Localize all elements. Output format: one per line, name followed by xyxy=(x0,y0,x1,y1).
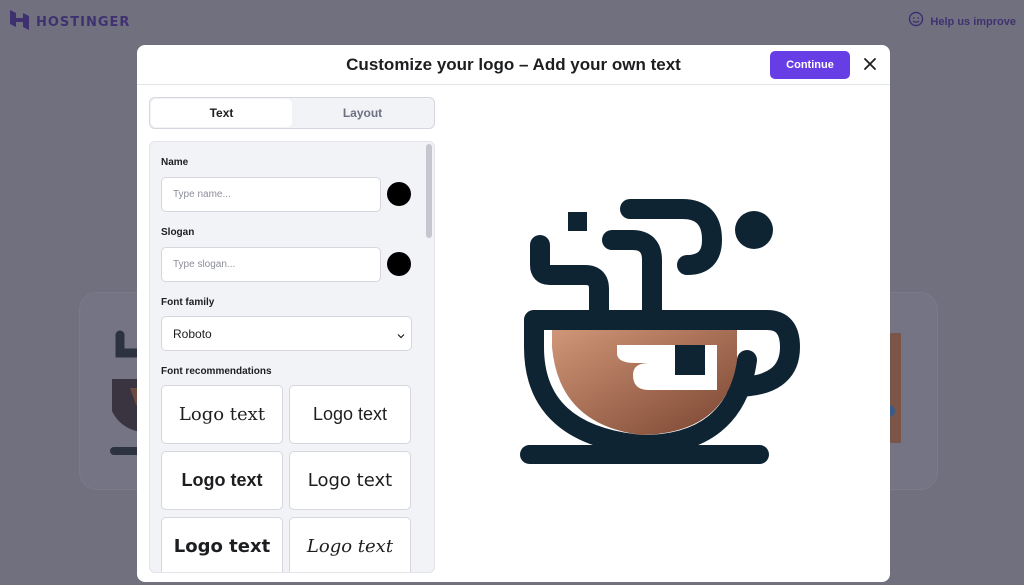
slogan-color-swatch[interactable] xyxy=(387,252,411,276)
help-us-improve-label: Help us improve xyxy=(930,15,1016,28)
panel-scrollbar[interactable] xyxy=(426,144,432,238)
font-recommendation-card[interactable]: Logo text xyxy=(289,385,411,444)
font-recommendation-card[interactable]: Logo text xyxy=(289,451,411,510)
text-settings-panel: Name Type name... Slogan Type slogan... … xyxy=(149,141,435,573)
font-recommendation-card[interactable]: Logo text xyxy=(161,517,283,572)
slogan-input[interactable]: Type slogan... xyxy=(161,247,381,282)
close-icon[interactable] xyxy=(861,55,879,73)
font-recommendations-label: Font recommendations xyxy=(161,366,272,377)
font-family-select[interactable]: Roboto xyxy=(161,316,412,351)
text-layout-tabs: Text Layout xyxy=(149,97,435,129)
font-family-value: Roboto xyxy=(173,326,212,341)
continue-button[interactable]: Continue xyxy=(770,51,850,79)
font-recommendation-card[interactable]: Logo text xyxy=(161,451,283,510)
font-recommendation-card[interactable]: Logo text xyxy=(289,517,411,572)
logo-preview xyxy=(517,195,807,480)
name-input[interactable]: Type name... xyxy=(161,177,381,212)
brand[interactable]: HOSTINGER xyxy=(10,10,130,35)
tab-text[interactable]: Text xyxy=(151,99,292,127)
brand-name: HOSTINGER xyxy=(36,15,131,30)
coffee-cup-logo-icon xyxy=(520,199,800,464)
modal-header: Customize your logo – Add your own text … xyxy=(137,45,890,85)
name-color-swatch[interactable] xyxy=(387,182,411,206)
name-label: Name xyxy=(161,157,189,168)
help-us-improve-link[interactable]: Help us improve xyxy=(908,11,1016,32)
top-bar: HOSTINGER Help us improve xyxy=(0,0,1024,44)
smiley-plus-icon xyxy=(908,11,924,32)
font-recommendation-card[interactable]: Logo text xyxy=(161,385,283,444)
tab-layout[interactable]: Layout xyxy=(292,99,433,127)
slogan-label: Slogan xyxy=(161,227,195,238)
customize-logo-modal: Customize your logo – Add your own text … xyxy=(137,45,890,582)
font-family-label: Font family xyxy=(161,297,215,308)
chevron-down-icon xyxy=(397,329,405,343)
hostinger-h-icon xyxy=(10,10,29,35)
